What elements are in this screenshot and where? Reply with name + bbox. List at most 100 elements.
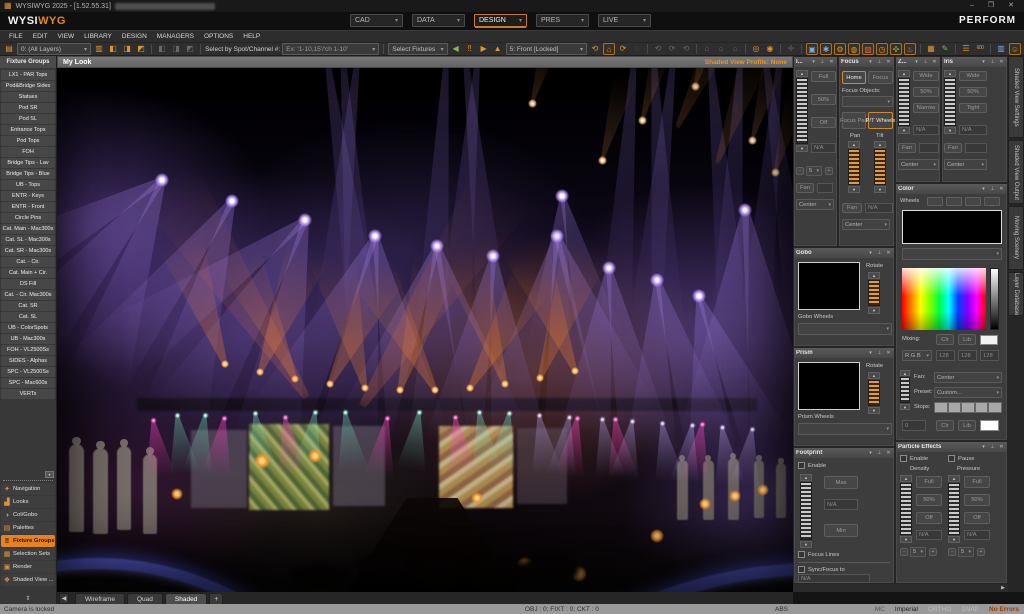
brightness-slider[interactable] xyxy=(990,268,999,330)
camera-lock-icon[interactable]: ⌂ xyxy=(603,43,615,55)
density-full-button[interactable]: Full xyxy=(916,476,942,488)
iris-50-button[interactable]: 50% xyxy=(959,87,987,97)
pressure-off-button[interactable]: Off xyxy=(964,512,990,524)
ghost-focus-icon[interactable]: ◩ xyxy=(184,43,196,55)
close-icon[interactable]: ✕ xyxy=(885,58,892,67)
panel-menu-icon[interactable]: ▾ xyxy=(867,449,874,458)
color-fan-slider[interactable] xyxy=(900,377,910,403)
close-icon[interactable]: ✕ xyxy=(931,58,938,67)
gobo-rotate-down-arrow[interactable]: ▼ xyxy=(868,307,880,314)
intensity-increment-button[interactable]: + xyxy=(825,167,833,175)
menu-item[interactable]: MANAGERS xyxy=(152,33,199,40)
iris-fan-mode-select[interactable]: Center xyxy=(944,159,987,170)
focus-pad-button[interactable]: Focus Pad xyxy=(842,112,866,129)
shaded-view-profile-label[interactable]: Shaded View Profile: None xyxy=(705,59,787,66)
density-step-select[interactable]: 5 xyxy=(910,547,926,557)
divider[interactable] xyxy=(647,44,648,54)
green-value-field[interactable]: 128 xyxy=(958,350,977,361)
color-fan-up-arrow[interactable]: ▲ xyxy=(900,370,910,376)
fixture-group-item[interactable]: FOH - VL2500Ss xyxy=(1,345,55,355)
close-button[interactable]: ✕ xyxy=(1008,1,1014,11)
focus-fan-button[interactable]: Fan xyxy=(842,203,862,213)
focus-objects-select[interactable] xyxy=(842,96,893,107)
divider[interactable] xyxy=(920,44,921,54)
pan-up-arrow[interactable]: ▲ xyxy=(848,141,860,148)
sidebar-tab[interactable]: ◑ Col/Gobo xyxy=(1,509,55,521)
gobo-rotate-up-arrow[interactable]: ▲ xyxy=(868,272,880,279)
pin-icon[interactable]: ⊥ xyxy=(989,443,996,452)
ghost-spot-icon[interactable]: ◧ xyxy=(156,43,168,55)
sync-focus-field[interactable]: N/A xyxy=(798,574,870,583)
pressure-up-arrow[interactable]: ▲ xyxy=(948,475,960,482)
pressure-full-button[interactable]: Full xyxy=(964,476,990,488)
fixture-group-item[interactable]: Pod SR xyxy=(1,103,55,113)
particles-pause-checkbox[interactable] xyxy=(948,455,955,462)
menu-item[interactable]: VIEW xyxy=(53,33,80,40)
pressure-value-field[interactable]: N/A xyxy=(964,530,990,540)
camera-recall-icon[interactable]: ⟲ xyxy=(589,43,601,55)
pressure-increment-button[interactable]: + xyxy=(977,548,985,556)
layers-icon[interactable]: ▤ xyxy=(3,43,15,55)
orbit-icon[interactable]: ⟲ xyxy=(652,43,664,55)
sidebar-tab[interactable]: ▣ Render xyxy=(1,561,55,573)
coordinate-mode[interactable]: ABS xyxy=(775,606,788,613)
color-picker-gradient[interactable] xyxy=(902,268,986,330)
focus-mode-icon[interactable]: ◩ xyxy=(135,43,147,55)
fixture-group-item[interactable]: UB - ColorSpots xyxy=(1,323,55,333)
pressure-slider[interactable] xyxy=(948,483,960,535)
render-scene[interactable] xyxy=(57,68,793,592)
iris-up-arrow[interactable]: ▲ xyxy=(944,70,956,77)
iris-fan-button[interactable]: Fan xyxy=(944,143,962,153)
shaded-view-icon[interactable]: ▣ xyxy=(806,43,818,55)
layer-select[interactable]: 0: (All Layers) xyxy=(17,43,91,55)
menu-item[interactable]: LIBRARY xyxy=(79,33,117,40)
color-stops-bar[interactable] xyxy=(934,402,1002,413)
sidebar-tab[interactable]: ▦ Selection Sets xyxy=(1,548,55,560)
fixture-group-item[interactable]: Entrance Tops xyxy=(1,125,55,135)
ghost-beam-icon[interactable]: ◨ xyxy=(170,43,182,55)
menu-item[interactable]: DESIGN xyxy=(117,33,152,40)
sidebar-tab[interactable]: ▤ Palettes xyxy=(1,522,55,534)
prism-rotate-wheel[interactable] xyxy=(868,380,880,406)
fixture-group-item[interactable]: Pod Tops xyxy=(1,136,55,146)
fixture-group-item[interactable]: SPC - VL2500Ss xyxy=(1,367,55,377)
pressure-decrement-button[interactable]: - xyxy=(948,548,956,556)
fixture-group-item[interactable]: UB - Tops xyxy=(1,180,55,190)
intensity-decrement-button[interactable]: - xyxy=(796,167,804,175)
fixture-group-item[interactable]: Pod&Bridge Sides xyxy=(1,81,55,91)
zoom-extents-icon[interactable]: ◎ xyxy=(750,43,762,55)
gobo-wheel-select[interactable] xyxy=(798,323,892,335)
density-increment-button[interactable]: + xyxy=(929,548,937,556)
mode-tab[interactable]: CAD xyxy=(350,14,403,27)
pin-icon[interactable]: ⊥ xyxy=(922,58,929,67)
color-preset-select[interactable]: Custom... xyxy=(934,387,1002,398)
iris-wide-button[interactable]: Wide xyxy=(959,71,987,81)
divider[interactable] xyxy=(801,44,802,54)
footprint-value-field[interactable]: N/A xyxy=(824,499,858,510)
spot-channel-input[interactable]: Ex: '1-10,15'/'ch 1-10' xyxy=(282,43,379,55)
orbit-left-icon[interactable]: ⟳ xyxy=(666,43,678,55)
maximize-button[interactable]: ❐ xyxy=(988,1,994,11)
zoom-fan-button[interactable]: Fan xyxy=(898,143,916,153)
view-tab[interactable]: Wireframe xyxy=(75,593,125,604)
panel-menu-icon[interactable]: ▾ xyxy=(980,185,987,194)
color-wheel-select[interactable] xyxy=(902,248,1002,260)
sidebar-tab[interactable]: ▟ Looks xyxy=(1,496,55,508)
divider[interactable] xyxy=(151,44,152,54)
orbit-right-icon[interactable]: ⟲ xyxy=(680,43,692,55)
fixture-group-item[interactable]: ENTR - Front xyxy=(1,202,55,212)
fixture-group-item[interactable]: Cat. SR xyxy=(1,301,55,311)
intensity-up-arrow[interactable]: ▲ xyxy=(796,70,808,77)
sync-focus-checkbox[interactable] xyxy=(798,566,805,573)
tilt-down-arrow[interactable]: ▼ xyxy=(874,186,886,193)
divider[interactable] xyxy=(745,44,746,54)
density-off-button[interactable]: Off xyxy=(916,512,942,524)
iris-down-arrow[interactable]: ▼ xyxy=(944,127,956,134)
focus-home-button[interactable]: Home xyxy=(842,71,866,84)
intensity-fan-mode-select[interactable]: Center xyxy=(796,199,834,210)
fixture-group-item[interactable]: SIDES - Alphas xyxy=(1,356,55,366)
footprint-down-arrow[interactable]: ▼ xyxy=(800,541,812,548)
tab-scroll-left-button[interactable]: ◀ xyxy=(59,593,69,604)
view-tab[interactable]: Shaded xyxy=(165,593,207,604)
focus-focus-button[interactable]: Focus xyxy=(868,71,893,84)
